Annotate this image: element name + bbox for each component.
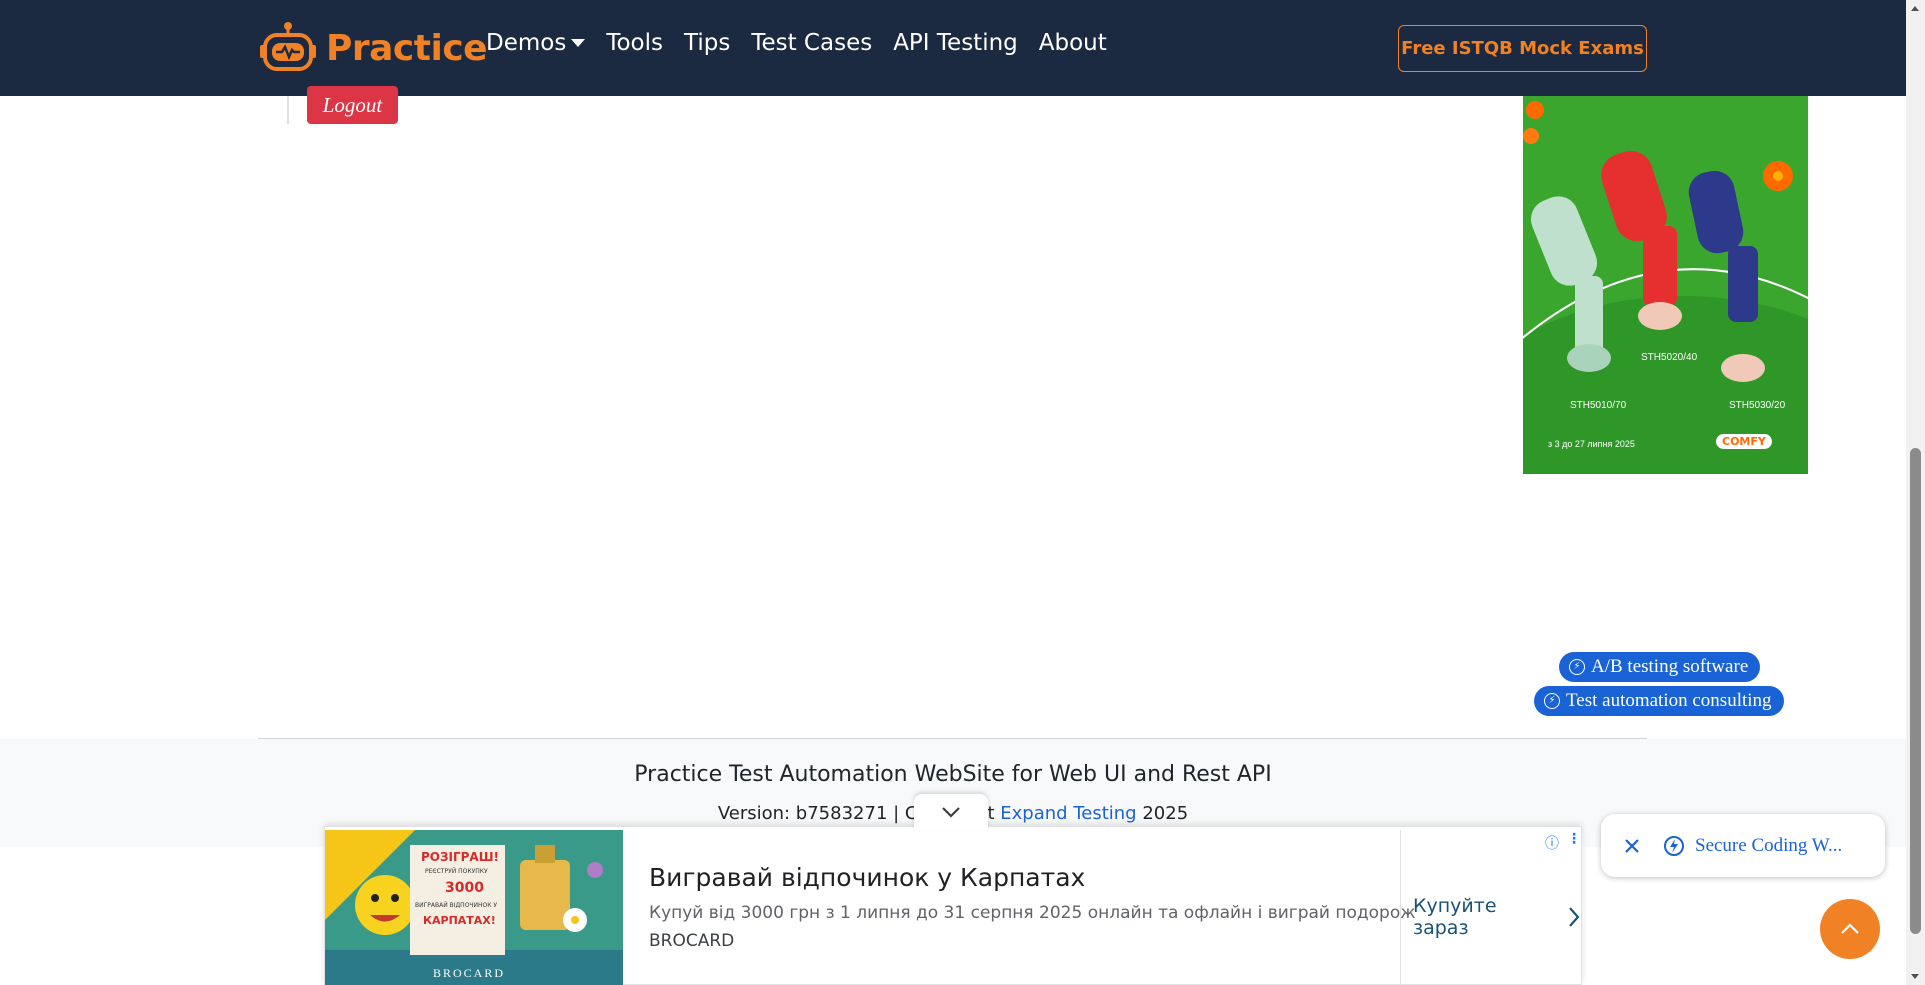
logout-button[interactable]: Logout: [307, 86, 398, 124]
ad-image-text: РОЗІГРАШ!: [421, 850, 500, 864]
ad-cta-link[interactable]: Купуйте зараз: [1413, 895, 1581, 939]
ad-image-text: ВИГРАВАЙ ВІДПОЧИНОК У: [415, 902, 498, 909]
footer-divider: [258, 738, 1647, 739]
ad-image-text: КАРПАТАХ!: [423, 914, 496, 927]
main-nav: Demos Tools Tips Test Cases API Testing …: [486, 30, 1128, 56]
secure-coding-chip[interactable]: Secure Coding W...: [1601, 814, 1885, 877]
expand-testing-link[interactable]: Expand Testing: [1000, 803, 1136, 824]
copyright-year: 2025: [1142, 803, 1189, 824]
bolt-circle-icon: [1664, 835, 1684, 856]
secure-coding-label: Secure Coding W...: [1695, 834, 1843, 856]
ab-testing-label: A/B testing software: [1591, 656, 1749, 677]
nav-tools[interactable]: Tools: [606, 30, 663, 56]
scrollbar-thumb[interactable]: [1910, 448, 1921, 934]
automation-consulting-label: Test automation consulting: [1566, 690, 1772, 711]
ad-image-text: 3000: [445, 880, 484, 896]
model-label: STH5020/40: [1641, 352, 1698, 363]
bolt-circle-icon: ⚡: [1544, 693, 1560, 709]
ad-info-icon[interactable]: ⓘ: [1545, 833, 1559, 853]
promo-date: з 3 до 27 липня 2025: [1548, 439, 1635, 449]
ad-image-text: РЕЄСТРУЙ ПОКУПКУ: [425, 868, 488, 875]
close-icon[interactable]: [1621, 835, 1643, 857]
model-label: STH5010/70: [1570, 400, 1627, 411]
ad-advertiser: BROCARD: [649, 931, 735, 951]
model-label: STH5030/20: [1729, 400, 1786, 411]
nav-demos-label: Demos: [486, 30, 567, 56]
page-scrollbar[interactable]: [1906, 0, 1925, 985]
nav-tips[interactable]: Tips: [684, 30, 730, 56]
brand-name: Practice: [326, 27, 488, 69]
chevron-right-icon: [1569, 907, 1580, 927]
scroll-down-arrow-icon[interactable]: [1911, 974, 1919, 979]
sidebar-rule: [287, 96, 289, 124]
top-navbar: Practice Demos Tools Tips Test Cases API…: [0, 0, 1906, 96]
version-text: Version: b7583271 | C: [717, 803, 918, 824]
chevron-down-icon: [942, 807, 960, 818]
comfy-logo: COMFY: [1716, 434, 1772, 449]
robot-logo-icon: [260, 22, 316, 71]
automation-consulting-link[interactable]: ⚡ Test automation consulting: [1534, 686, 1784, 716]
ab-testing-link[interactable]: ⚡ A/B testing software: [1559, 652, 1761, 682]
scroll-up-arrow-icon[interactable]: [1911, 6, 1919, 11]
nav-demos-dropdown[interactable]: Demos: [486, 30, 586, 56]
bottom-ad-banner[interactable]: РОЗІГРАШ! РЕЄСТРУЙ ПОКУПКУ 3000 ВИГРАВАЙ…: [324, 826, 1582, 985]
ad-description: Купуй від 3000 грн з 1 липня до 31 серпн…: [649, 903, 1416, 923]
chevron-up-icon: [1841, 923, 1859, 934]
ad-more-options-icon[interactable]: ⋮: [1567, 831, 1581, 847]
ad-collapse-toggle[interactable]: [914, 794, 988, 830]
version-hidden-suffix: t: [987, 803, 995, 824]
ad-headline[interactable]: Вигравай відпочинок у Карпатах: [649, 863, 1085, 892]
nav-about[interactable]: About: [1039, 30, 1107, 56]
bolt-circle-icon: ⚡: [1569, 659, 1585, 675]
footer-title: Practice Test Automation WebSite for Web…: [634, 762, 1272, 787]
ad-divider: [1400, 830, 1401, 985]
istqb-mock-exams-button[interactable]: Free ISTQB Mock Exams: [1398, 25, 1647, 72]
ad-image-brand: BROCARD: [433, 966, 506, 980]
scroll-to-top-button[interactable]: [1820, 899, 1880, 959]
steamer-products-image: [1523, 101, 1808, 474]
side-ad-banner[interactable]: STH5020/40 STH5010/70 STH5030/20 з 3 до …: [1523, 96, 1808, 474]
caret-down-icon: [571, 39, 586, 47]
nav-api-testing[interactable]: API Testing: [893, 30, 1018, 56]
ad-image[interactable]: РОЗІГРАШ! РЕЄСТРУЙ ПОКУПКУ 3000 ВИГРАВАЙ…: [325, 830, 623, 985]
brand-link[interactable]: Practice: [258, 18, 488, 78]
nav-test-cases[interactable]: Test Cases: [751, 30, 872, 56]
ad-cta-label: Купуйте зараз: [1413, 895, 1497, 939]
